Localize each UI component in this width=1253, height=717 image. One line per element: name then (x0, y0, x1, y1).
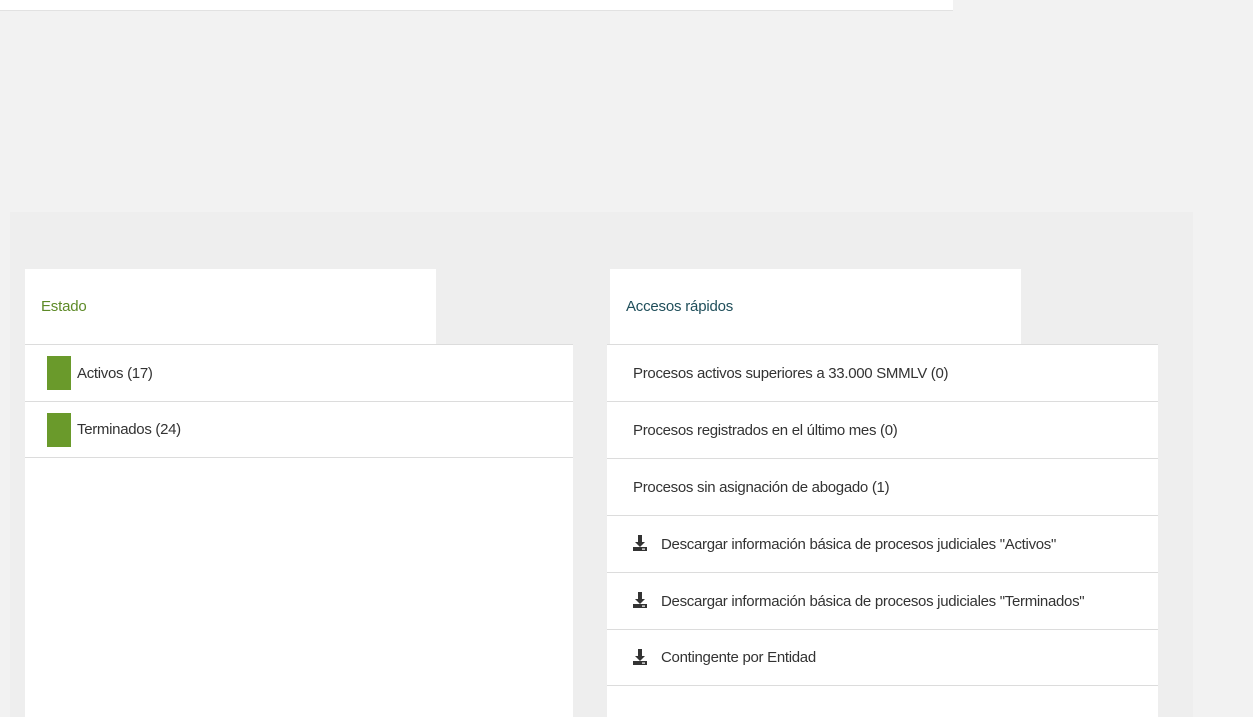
link-descargar-terminados[interactable]: Descargar información básica de procesos… (607, 572, 1158, 629)
link-label: Procesos registrados en el último mes (0… (633, 421, 898, 439)
estado-panel: Activos (17) Terminados (24) (25, 344, 573, 717)
link-procesos-sin-asignacion[interactable]: Procesos sin asignación de abogado (1) (607, 458, 1158, 515)
download-icon (633, 648, 647, 666)
estado-item-label: Terminados (24) (77, 421, 181, 438)
link-label: Procesos sin asignación de abogado (1) (633, 478, 890, 496)
estado-item-terminados[interactable]: Terminados (24) (25, 401, 573, 458)
link-label: Descargar información básica de procesos… (661, 535, 1057, 553)
download-icon (633, 591, 647, 609)
activos-color-swatch (47, 356, 71, 390)
estado-panel-title: Estado (25, 269, 436, 344)
accesos-title: Accesos rápidos (626, 298, 734, 315)
link-descargar-activos[interactable]: Descargar información básica de procesos… (607, 515, 1158, 572)
terminados-color-swatch (47, 412, 71, 447)
estado-item-activos[interactable]: Activos (17) (25, 344, 573, 401)
estado-item-label: Activos (17) (77, 364, 153, 382)
estado-title: Estado (41, 298, 87, 315)
accesos-panel-title: Accesos rápidos (610, 269, 1021, 344)
link-label: Procesos activos superiores a 33.000 SMM… (633, 364, 949, 382)
download-icon (633, 534, 647, 552)
link-label: Descargar información básica de procesos… (661, 592, 1085, 610)
link-procesos-activos-superiores[interactable]: Procesos activos superiores a 33.000 SMM… (607, 344, 1158, 401)
link-label: Contingente por Entidad (661, 649, 816, 666)
top-bar (0, 0, 953, 11)
accesos-panel: Procesos activos superiores a 33.000 SMM… (607, 344, 1158, 717)
link-procesos-registrados-ultimo-mes[interactable]: Procesos registrados en el último mes (0… (607, 401, 1158, 458)
link-contingente-por-entidad[interactable]: Contingente por Entidad (607, 629, 1158, 686)
